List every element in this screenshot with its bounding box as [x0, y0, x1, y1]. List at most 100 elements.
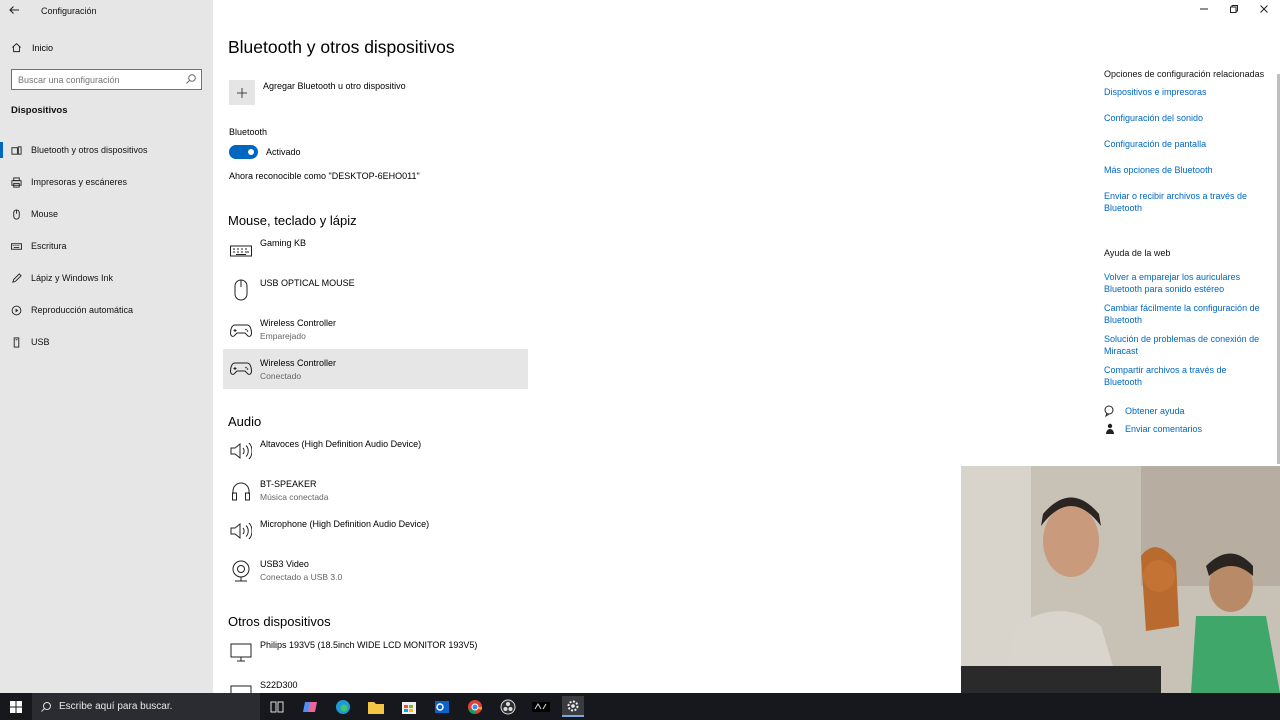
device-item[interactable]: Gaming KB: [223, 236, 528, 276]
acer-icon[interactable]: [530, 696, 552, 717]
webcam-overlay: [961, 466, 1280, 693]
home-icon: [12, 43, 21, 53]
device-name: Microphone (High Definition Audio Device…: [260, 519, 430, 529]
device-item[interactable]: USB3 Video Conectado a USB 3.0: [223, 557, 528, 597]
related-panel: Opciones de configuración relacionadas D…: [1104, 68, 1266, 441]
sidebar-item-typing[interactable]: Escritura: [0, 230, 213, 262]
start-button[interactable]: [0, 693, 32, 720]
related-link[interactable]: Configuración del sonido: [1104, 112, 1266, 124]
related-link[interactable]: Dispositivos e impresoras: [1104, 86, 1266, 98]
store-icon[interactable]: [398, 696, 420, 717]
autoplay-icon: [11, 305, 22, 315]
device-item[interactable]: Altavoces (High Definition Audio Device): [223, 437, 528, 477]
device-name: S22D300: [260, 680, 298, 690]
device-item[interactable]: USB OPTICAL MOUSE: [223, 276, 528, 316]
restore-button[interactable]: [1229, 4, 1239, 17]
section-title: Dispositivos: [11, 105, 68, 116]
related-link[interactable]: Configuración de pantalla: [1104, 138, 1266, 150]
device-name: Philips 193V5 (18.5inch WIDE LCD MONITOR…: [260, 640, 478, 650]
minimize-button[interactable]: [1199, 4, 1209, 17]
group-title-other: Otros dispositivos: [228, 614, 331, 629]
device-item[interactable]: Microphone (High Definition Audio Device…: [223, 517, 528, 557]
device-status: Conectado a USB 3.0: [260, 572, 343, 582]
device-name: Wireless Controller: [260, 318, 337, 328]
discoverable-text: Ahora reconocible como "DESKTOP-6EHO011": [229, 171, 420, 181]
get-help-link[interactable]: Obtener ayuda: [1104, 405, 1266, 417]
gamepad-icon: [229, 319, 253, 343]
home-link[interactable]: Inicio: [11, 42, 53, 53]
headphones-icon: [229, 479, 253, 503]
device-item[interactable]: S22D300: [223, 678, 528, 693]
device-status: Música conectada: [260, 492, 329, 502]
bluetooth-toggle[interactable]: [229, 145, 258, 159]
plus-icon: [229, 80, 255, 105]
feedback-label: Enviar comentarios: [1125, 424, 1203, 434]
device-name: USB3 Video: [260, 559, 309, 569]
device-item-hover[interactable]: Wireless Controller Conectado: [223, 349, 528, 389]
get-help-label: Obtener ayuda: [1125, 406, 1185, 416]
mouse-icon: [229, 278, 253, 302]
usb-icon: [13, 336, 20, 348]
related-heading: Opciones de configuración relacionadas: [1104, 69, 1265, 79]
close-icon: [1260, 5, 1268, 13]
printer-icon: [11, 176, 22, 188]
related-link[interactable]: Enviar o recibir archivos a través de Bl…: [1104, 190, 1266, 214]
add-device-button[interactable]: Agregar Bluetooth u otro dispositivo: [229, 80, 406, 105]
page-title: Bluetooth y otros dispositivos: [228, 37, 455, 57]
device-status: Emparejado: [260, 331, 306, 341]
search-icon[interactable]: [185, 73, 197, 85]
help-link[interactable]: Volver a emparejar los auriculares Bluet…: [1104, 271, 1266, 295]
sidebar-item-label: Impresoras y escáneres: [31, 177, 128, 187]
help-link[interactable]: Solución de problemas de conexión de Mir…: [1104, 333, 1266, 357]
settings-icon[interactable]: [562, 696, 584, 717]
back-arrow-icon[interactable]: [8, 4, 24, 20]
related-link[interactable]: Más opciones de Bluetooth: [1104, 164, 1266, 176]
sidebar-item-label: Reproducción automática: [31, 305, 134, 315]
add-device-label: Agregar Bluetooth u otro dispositivo: [263, 81, 406, 91]
sidebar-item-label: USB: [31, 337, 50, 347]
sidebar-item-autoplay[interactable]: Reproducción automática: [0, 294, 213, 326]
edge-icon[interactable]: [332, 696, 354, 717]
sidebar-item-label: Escritura: [31, 241, 67, 251]
webcam-icon: [229, 559, 253, 583]
sidebar-nav: Bluetooth y otros dispositivos Impresora…: [0, 134, 213, 358]
sidebar-item-label: Mouse: [31, 209, 59, 219]
outlook-icon[interactable]: [431, 696, 453, 717]
file-explorer-icon[interactable]: [365, 696, 387, 717]
help-link[interactable]: Compartir archivos a través de Bluetooth: [1104, 364, 1266, 388]
sidebar-item-usb[interactable]: USB: [0, 326, 213, 358]
search-input[interactable]: [12, 70, 172, 90]
monitor-icon: [229, 640, 253, 664]
minimize-icon: [1200, 8, 1208, 10]
close-button[interactable]: [1259, 4, 1269, 17]
feedback-icon: [1106, 423, 1114, 434]
group-title-input: Mouse, teclado y lápiz: [228, 213, 357, 228]
sidebar-item-printers[interactable]: Impresoras y escáneres: [0, 166, 213, 198]
settings-search[interactable]: [11, 69, 202, 90]
help-heading: Ayuda de la web: [1104, 248, 1171, 258]
speaker-icon: [229, 519, 253, 543]
sidebar-item-pen[interactable]: Lápiz y Windows Ink: [0, 262, 213, 294]
help-link[interactable]: Cambiar fácilmente la configuración de B…: [1104, 302, 1266, 326]
sidebar-item-mouse[interactable]: Mouse: [0, 198, 213, 230]
device-item[interactable]: BT-SPEAKER Música conectada: [223, 477, 528, 517]
task-view-icon[interactable]: [266, 696, 288, 717]
monitor-icon: [229, 680, 253, 693]
obs-icon[interactable]: [497, 696, 519, 717]
taskbar-search[interactable]: Escribe aquí para buscar.: [32, 693, 260, 720]
app-title: Configuración: [41, 6, 97, 16]
sidebar-item-bluetooth[interactable]: Bluetooth y otros dispositivos: [0, 134, 213, 166]
chrome-icon[interactable]: [464, 696, 486, 717]
restore-icon: [1230, 5, 1238, 13]
sidebar: Configuración Inicio Dispositivos Blueto…: [0, 0, 213, 693]
pen-icon: [12, 272, 22, 283]
copilot-icon[interactable]: [299, 696, 321, 717]
device-name: USB OPTICAL MOUSE: [260, 278, 355, 288]
sidebar-item-label: Bluetooth y otros dispositivos: [31, 145, 148, 155]
feedback-link[interactable]: Enviar comentarios: [1104, 423, 1266, 435]
taskbar: Escribe aquí para buscar.: [0, 693, 1280, 720]
device-item[interactable]: Philips 193V5 (18.5inch WIDE LCD MONITOR…: [223, 638, 528, 678]
home-label: Inicio: [32, 42, 54, 53]
gamepad-icon: [229, 357, 253, 381]
windows-logo-icon: [10, 700, 22, 713]
